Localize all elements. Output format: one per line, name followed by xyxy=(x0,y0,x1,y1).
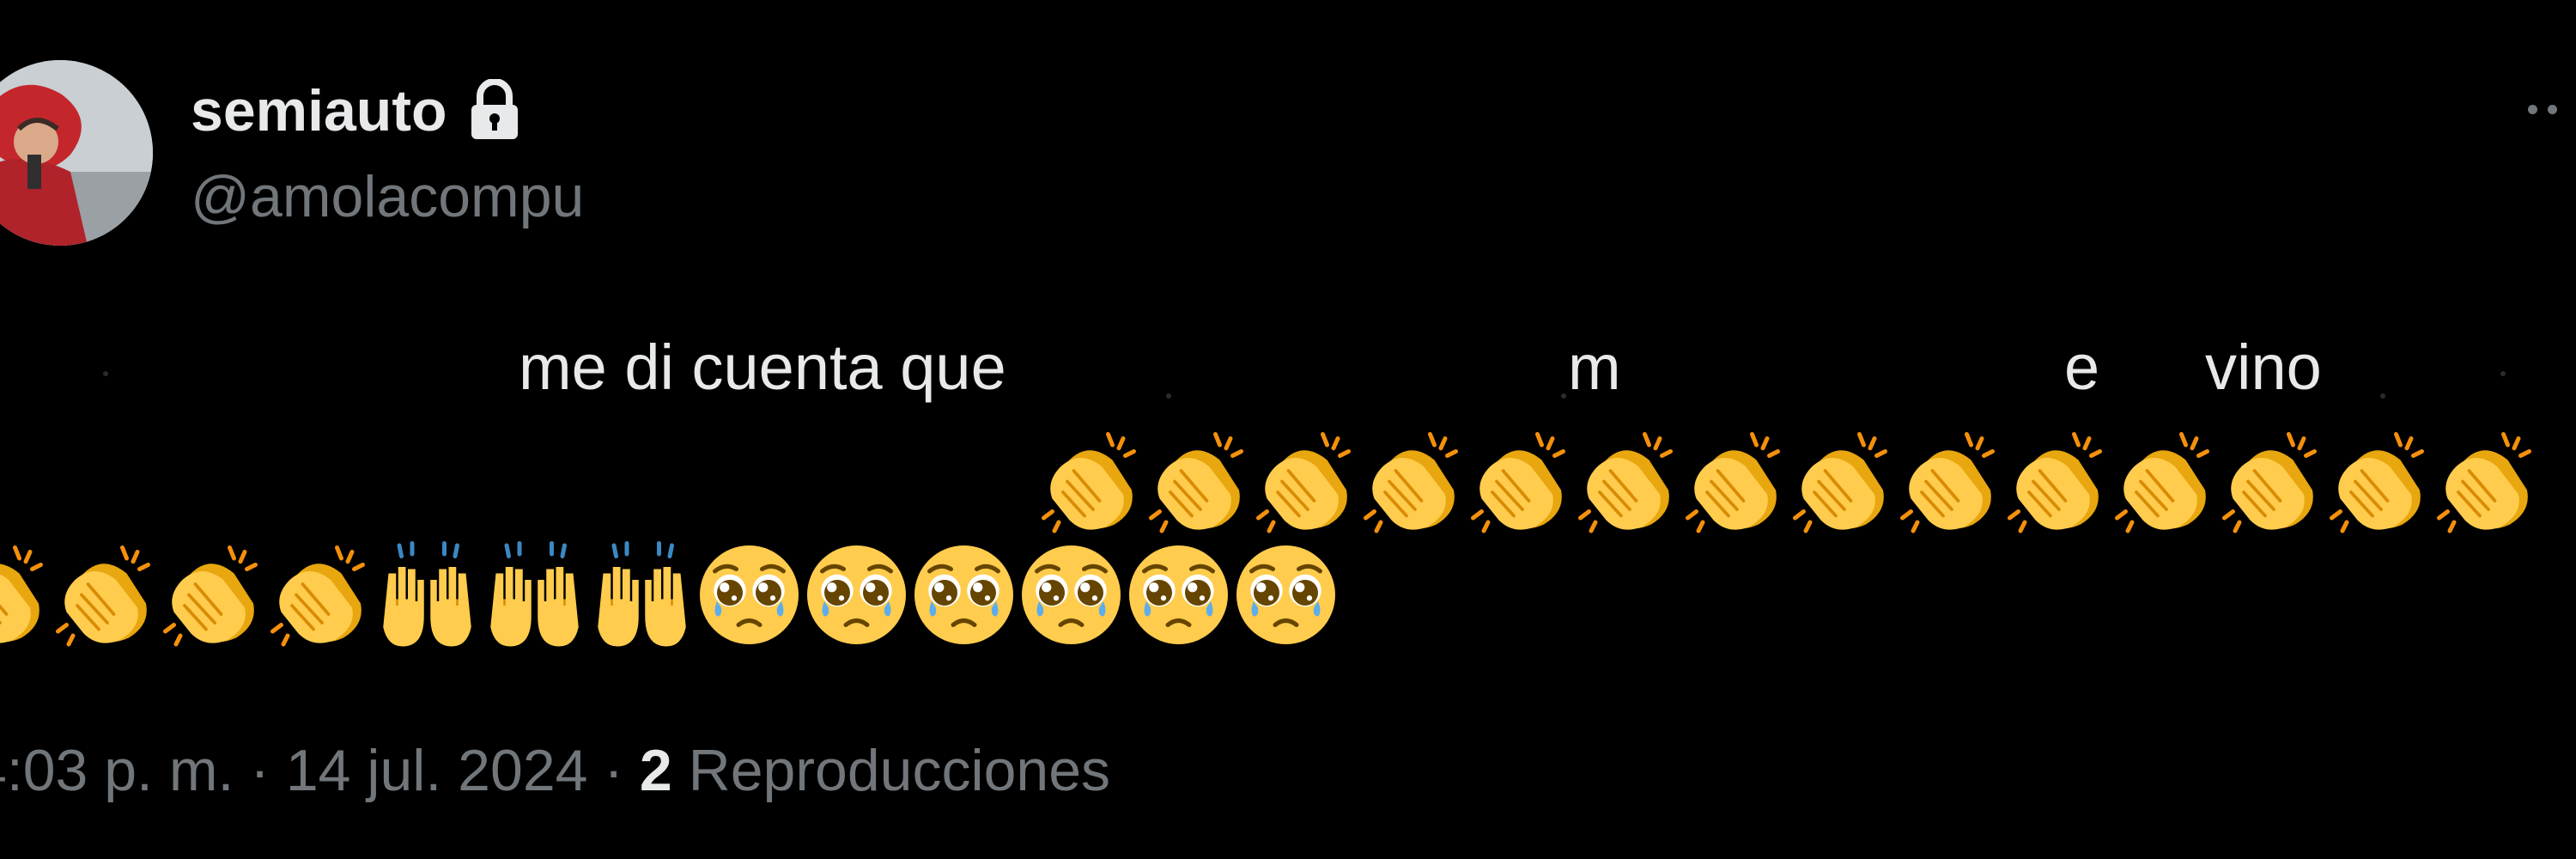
emoji-row xyxy=(0,541,1340,649)
pleading-face-icon xyxy=(696,541,803,649)
tweet-meta: 4:03 p. m. · 14 jul. 2024 · 2 Reproducci… xyxy=(0,737,1110,804)
clapping-hands-icon xyxy=(1145,428,1252,535)
tweet-time[interactable]: 4:03 p. m. xyxy=(0,738,234,803)
raised-hands-icon xyxy=(374,541,481,649)
emoji-row xyxy=(1037,428,2540,535)
pleading-face-icon xyxy=(1018,541,1125,649)
text-artifact xyxy=(2380,393,2385,399)
text-artifact xyxy=(1561,393,1566,399)
clapping-hands-icon xyxy=(2433,428,2540,535)
tweet-text-segment: vino xyxy=(2205,332,2322,403)
avatar[interactable] xyxy=(0,60,153,246)
clapping-hands-icon xyxy=(2218,428,2325,535)
clapping-hands-icon xyxy=(159,541,266,649)
views-count: 2 xyxy=(639,738,672,803)
clapping-hands-icon xyxy=(1467,428,1574,535)
views-label: Reproducciones xyxy=(688,738,1111,803)
pleading-face-icon xyxy=(803,541,910,649)
clapping-hands-icon xyxy=(2003,428,2111,535)
clapping-hands-icon xyxy=(1896,428,2003,535)
tweet: semiauto @amolacompu me di cuenta que m … xyxy=(0,0,2576,859)
meta-separator: · xyxy=(587,738,640,803)
clapping-hands-icon xyxy=(1359,428,1467,535)
text-artifact xyxy=(103,371,108,376)
clapping-hands-icon xyxy=(0,541,52,649)
text-artifact xyxy=(2500,371,2506,376)
tweet-date[interactable]: 14 jul. 2024 xyxy=(286,738,588,803)
raised-hands-icon xyxy=(588,541,696,649)
avatar-image xyxy=(0,60,153,246)
display-name[interactable]: semiauto xyxy=(191,77,447,144)
tweet-text-segment: me di cuenta que xyxy=(519,332,1006,403)
tweet-text-segment: m xyxy=(1568,332,1621,403)
clapping-hands-icon xyxy=(266,541,374,649)
meta-separator: · xyxy=(234,738,286,803)
more-options-icon[interactable] xyxy=(2528,96,2576,122)
clapping-hands-icon xyxy=(1037,428,1145,535)
author-handle[interactable]: @amolacompu xyxy=(191,163,584,230)
tweet-text-segment: e xyxy=(2064,332,2100,403)
clapping-hands-icon xyxy=(2325,428,2433,535)
clapping-hands-icon xyxy=(1574,428,1681,535)
lock-icon xyxy=(465,78,525,143)
pleading-face-icon xyxy=(1125,541,1232,649)
author-row: semiauto xyxy=(191,72,525,149)
clapping-hands-icon xyxy=(1252,428,1359,535)
clapping-hands-icon xyxy=(1681,428,1789,535)
pleading-face-icon xyxy=(910,541,1018,649)
pleading-face-icon xyxy=(1232,541,1340,649)
raised-hands-icon xyxy=(481,541,588,649)
clapping-hands-icon xyxy=(1789,428,1896,535)
text-artifact xyxy=(1166,393,1171,399)
clapping-hands-icon xyxy=(52,541,159,649)
clapping-hands-icon xyxy=(2111,428,2218,535)
